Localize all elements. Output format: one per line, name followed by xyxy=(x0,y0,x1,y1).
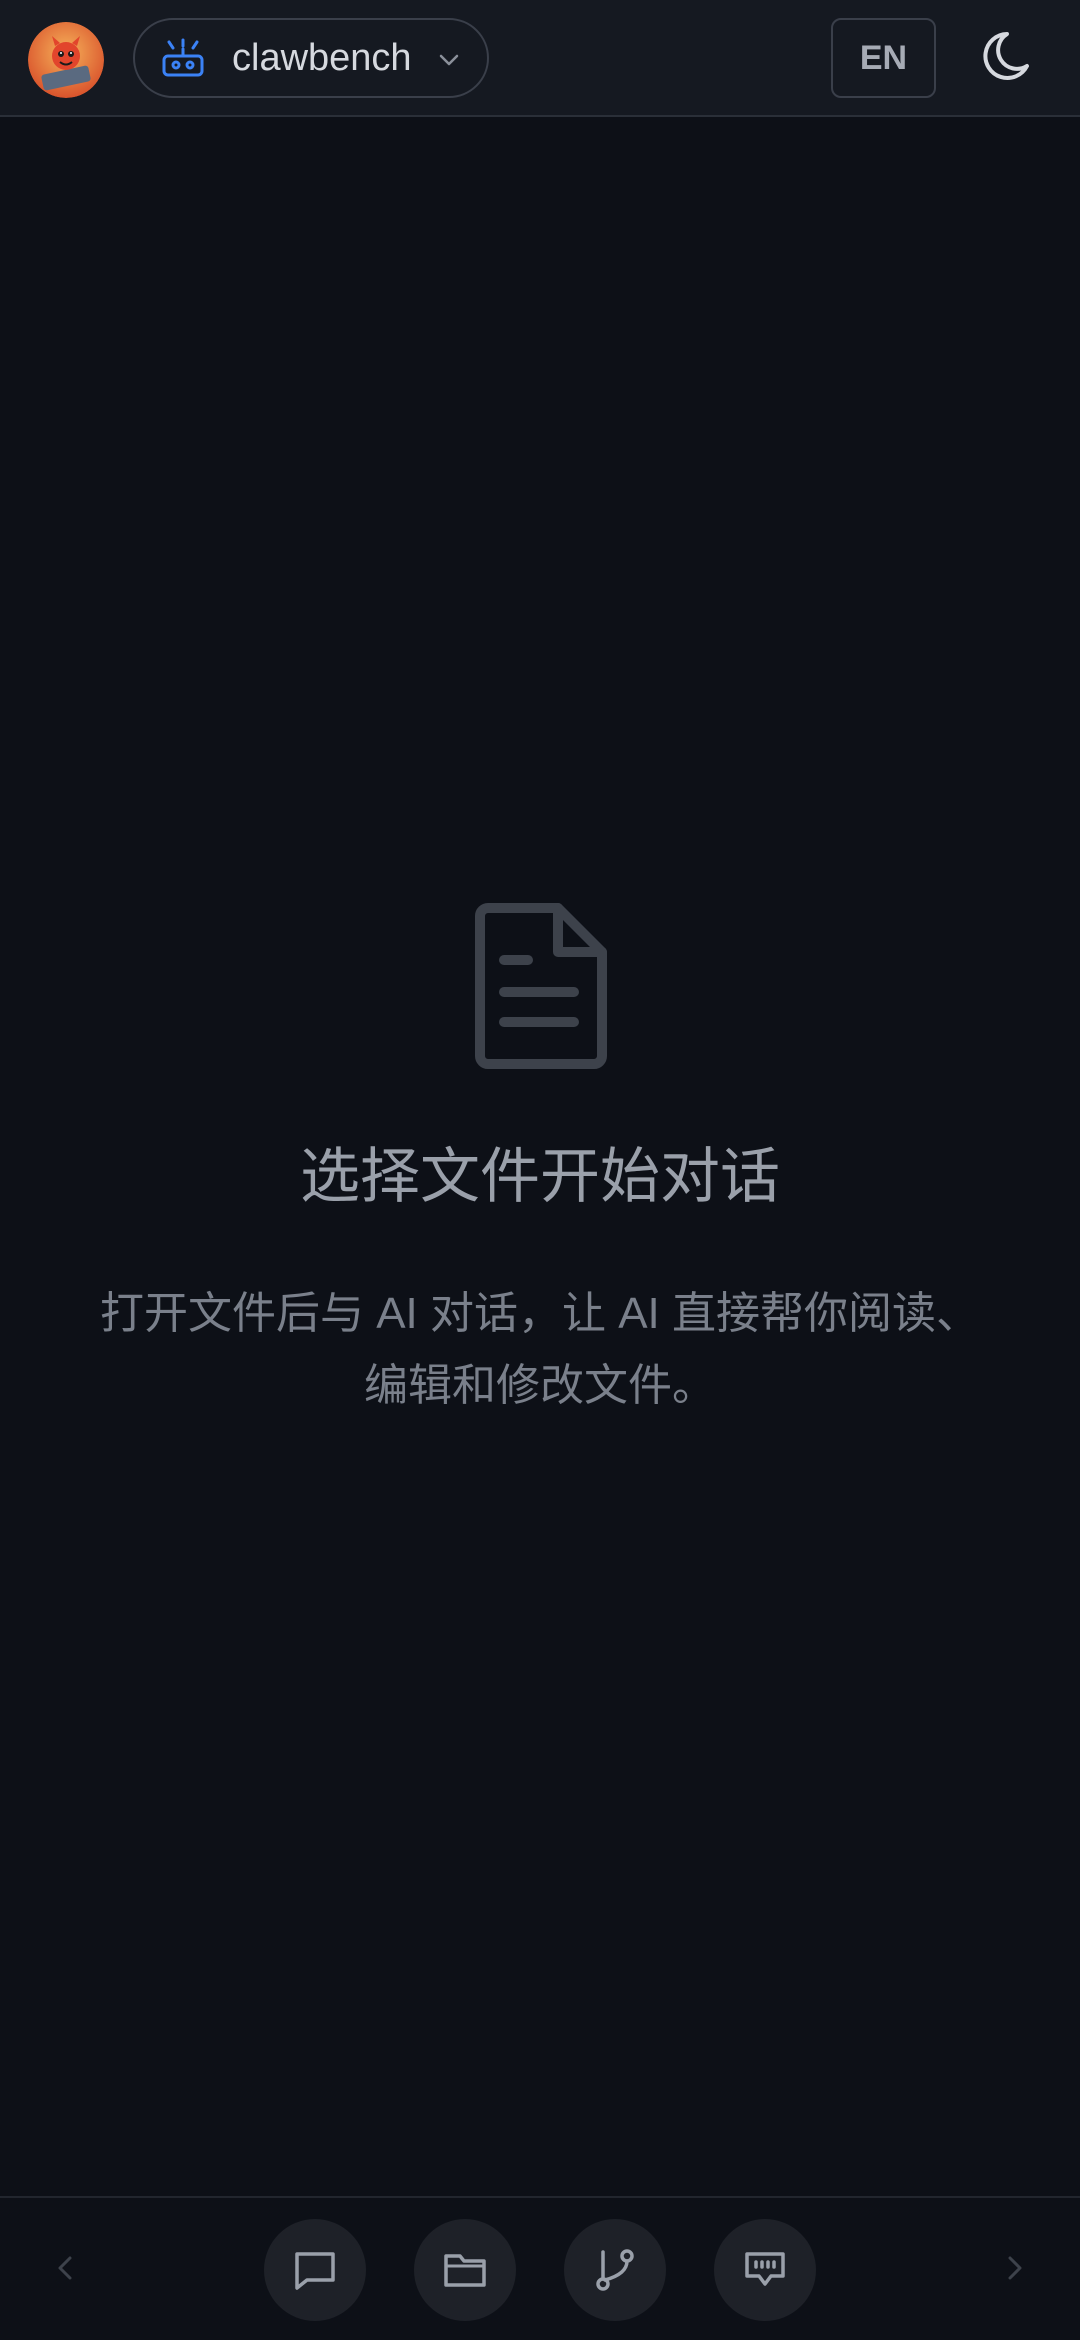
chevron-right-icon[interactable] xyxy=(996,2250,1032,2286)
app-root: clawbench EN 选择文件开始对话 打开文件后与 AI 对话，让 AI … xyxy=(0,0,1080,2340)
workspace-selector[interactable]: clawbench xyxy=(133,18,489,98)
theme-toggle-button[interactable] xyxy=(975,22,1047,94)
robot-icon xyxy=(162,38,204,77)
avatar[interactable] xyxy=(28,22,104,98)
folder-icon xyxy=(444,2254,486,2287)
git-button[interactable] xyxy=(564,2219,666,2321)
git-branch-icon xyxy=(596,2249,634,2291)
moon-icon xyxy=(983,32,1029,80)
workspace-name: clawbench xyxy=(232,37,412,79)
top-header: clawbench EN xyxy=(0,0,1080,117)
document-icon xyxy=(475,903,607,1069)
empty-state-description: 打开文件后与 AI 对话，让 AI 直接帮你阅读、编辑和修改文件。 xyxy=(99,1289,981,1410)
chevron-down-icon xyxy=(439,54,459,66)
language-toggle-button[interactable]: EN xyxy=(831,18,936,98)
terminal-icon xyxy=(745,2252,785,2286)
chat-button[interactable] xyxy=(264,2219,366,2321)
files-button[interactable] xyxy=(414,2219,516,2321)
chevron-left-icon[interactable] xyxy=(48,2250,84,2286)
terminal-button[interactable] xyxy=(714,2219,816,2321)
devil-mascot-avatar-icon xyxy=(28,22,104,98)
empty-state-title: 选择文件开始对话 xyxy=(300,1143,780,1210)
bottom-nav xyxy=(0,2196,1080,2340)
chat-icon xyxy=(295,2252,335,2290)
